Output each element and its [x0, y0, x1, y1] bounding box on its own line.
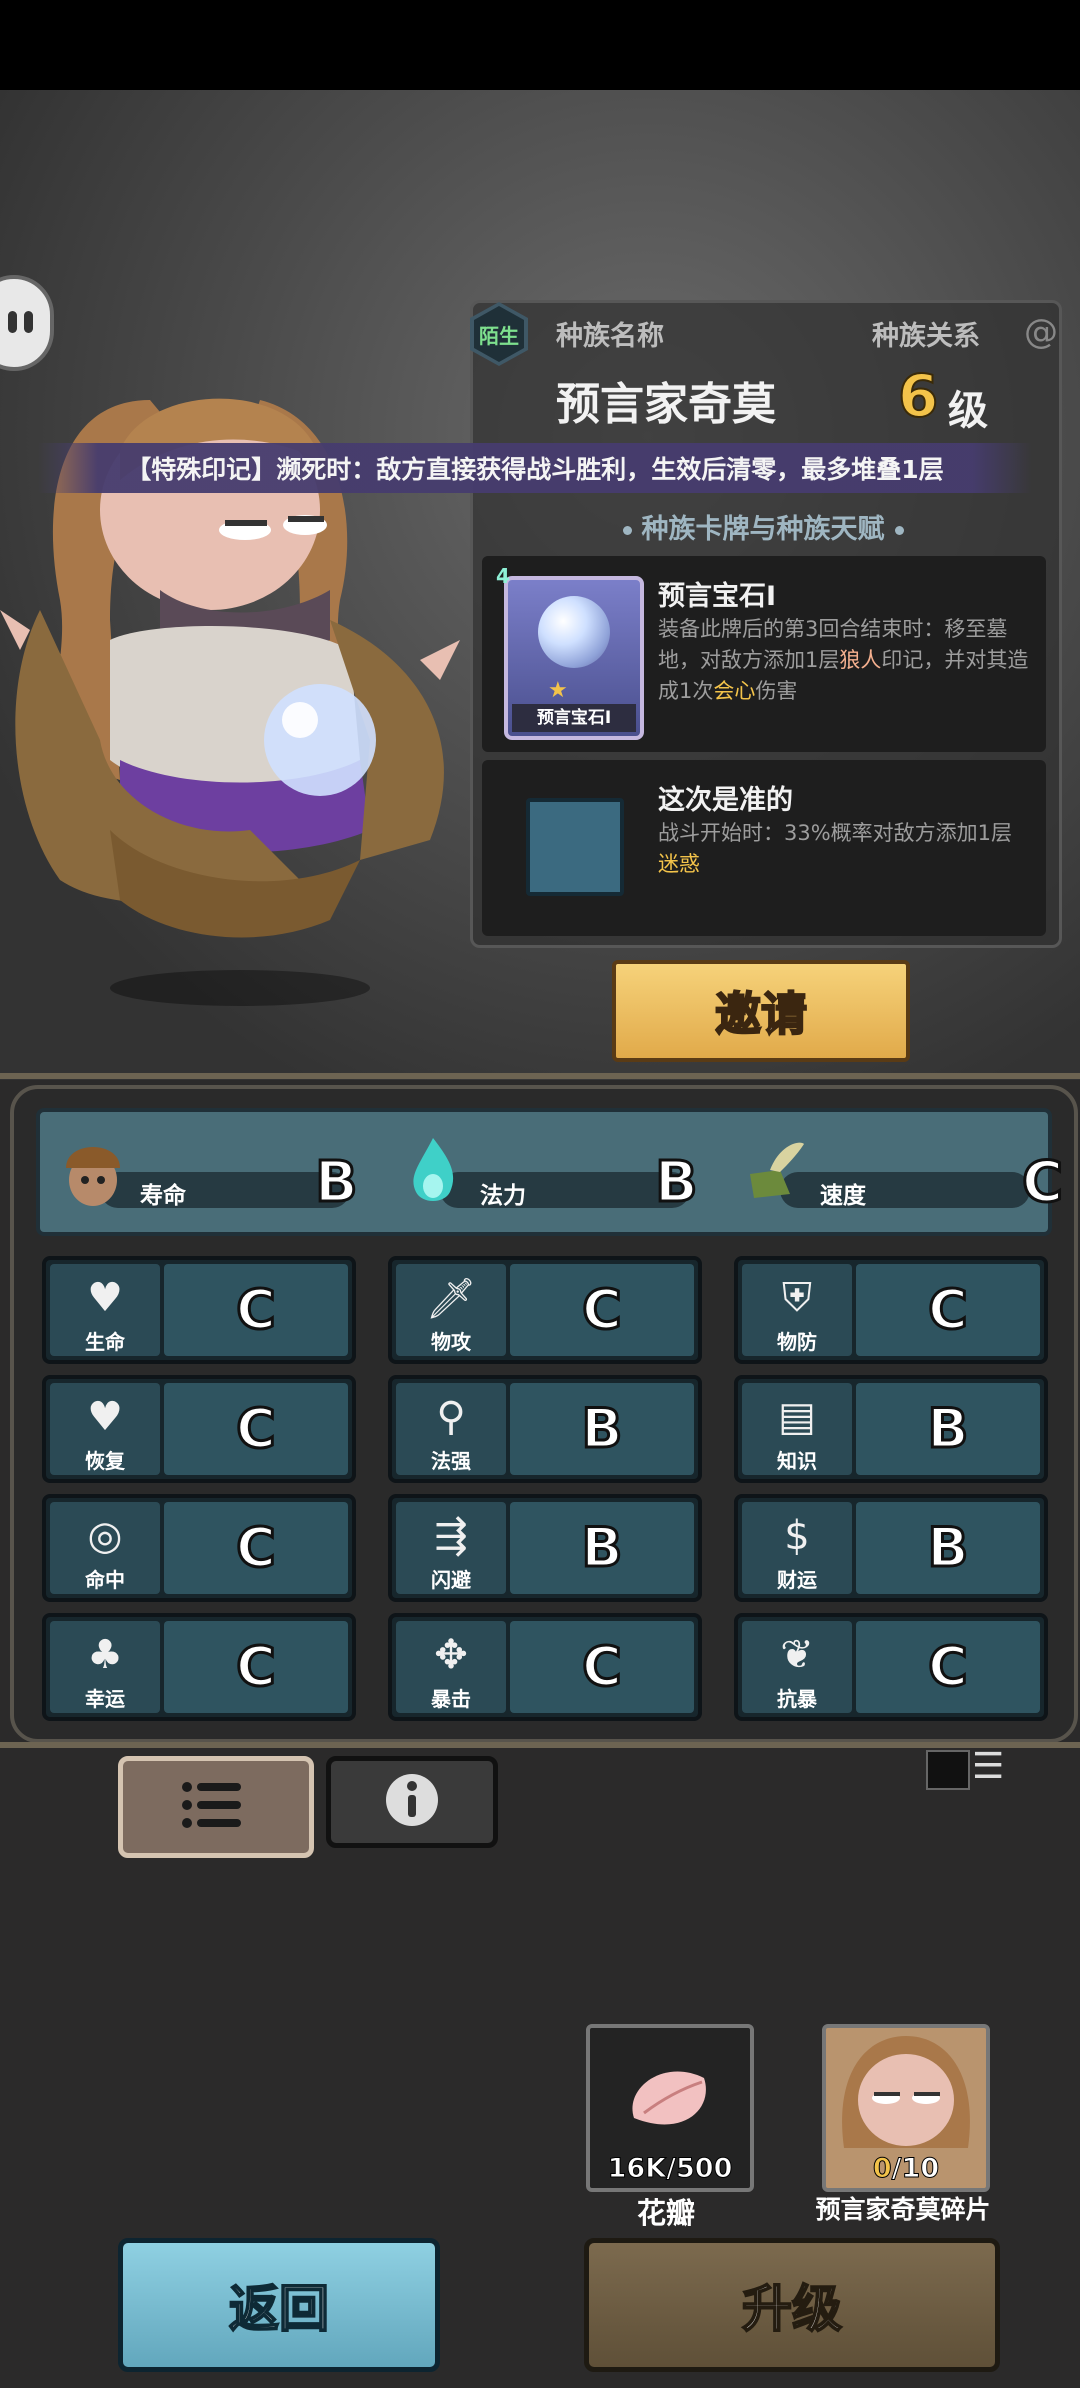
stat-crit-resist[interactable]: ❦ 抗暴 C [734, 1613, 1048, 1721]
target-icon: ◎ [87, 1513, 123, 1559]
talent-heading-text: 种族卡牌与种族天赋 [641, 514, 885, 545]
stat-hp[interactable]: ♥ 生命 C [42, 1256, 356, 1364]
petal-count: 16K/500 [607, 2153, 733, 2185]
acorn-creature-icon [66, 1147, 120, 1206]
relation-badge-text: 陌生 [474, 306, 524, 362]
level-unit: 级 [948, 388, 988, 434]
petal-item-slot[interactable]: 16K/500 [586, 2024, 754, 2192]
stat-crit[interactable]: ✥ 暴击 C [388, 1613, 702, 1721]
talent-title: 这次是准的 [658, 785, 793, 816]
stat-magic-power[interactable]: ⚲ 法强 B [388, 1375, 702, 1483]
eye-rune-icon [526, 798, 624, 896]
level-value: 6 [897, 361, 939, 431]
talent-description: 战斗开始时：33%概率对敌方添加1层迷惑 [658, 821, 1013, 876]
shard-count: 0/10 [872, 2153, 940, 2185]
tab-info[interactable] [326, 1756, 498, 1848]
primary-stat-speed[interactable]: 速度 C [740, 1112, 1065, 1232]
tab-stats-list[interactable] [118, 1756, 314, 1858]
primary-stat-mana[interactable]: 法力 B [400, 1112, 700, 1232]
character-portrait-icon [842, 2036, 970, 2148]
filter-toggle-box[interactable] [926, 1750, 970, 1790]
frame-divider [0, 1742, 1080, 1748]
stat-dodge[interactable]: ⇶ 闪避 B [388, 1494, 702, 1602]
stat-fortune[interactable]: $ 财运 B [734, 1494, 1048, 1602]
stat-accuracy[interactable]: ◎ 命中 C [42, 1494, 356, 1602]
spiral-icon[interactable]: @ [1024, 312, 1058, 352]
sword-icon: 🗡 [425, 1275, 477, 1322]
stat-luck[interactable]: ♣ 幸运 C [42, 1613, 356, 1721]
frame-divider [0, 1073, 1080, 1079]
crit-dagger-icon: ✥ [434, 1632, 468, 1678]
search-list-icon[interactable]: ☰ [972, 1746, 1004, 1787]
card-rank-badge: 4 [496, 564, 510, 588]
petal-icon [632, 2071, 706, 2125]
petal-label: 花瓣 [636, 2196, 695, 2230]
winged-boot-icon [750, 1142, 804, 1198]
blue-flame-icon [413, 1138, 454, 1201]
stat-knowledge[interactable]: ▤ 知识 B [734, 1375, 1048, 1483]
heart-icon: ♥ [87, 1275, 123, 1321]
stat-physical-defense[interactable]: ⛨ 物防 C [734, 1256, 1048, 1364]
shard-item-slot[interactable]: 0/10 [822, 2024, 990, 2192]
race-relation-label[interactable]: 种族关系 [872, 314, 980, 353]
dot-icon [622, 526, 632, 535]
race-talent-entry[interactable]: 这次是准的 战斗开始时：33%概率对敌方添加1层迷惑 [482, 760, 1046, 936]
card-title: 预言宝石Ⅰ [658, 581, 777, 612]
crystal-ball-icon [538, 596, 610, 668]
book-icon: ▤ [778, 1394, 816, 1440]
character-name: 预言家奇莫 [556, 379, 776, 430]
talent-heading: 种族卡牌与种族天赋 [470, 507, 1056, 546]
primary-stats-row: 寿命 B 法力 B 速度 C [36, 1108, 1065, 1236]
crystal-ball-card-icon[interactable]: ★ 预言宝石Ⅰ [504, 576, 644, 740]
card-caption: 预言宝石Ⅰ [512, 704, 636, 732]
race-name-label: 种族名称 [556, 321, 664, 352]
status-bar [0, 0, 1080, 90]
side-menu-handle[interactable] [0, 275, 54, 371]
shard-label: 预言家奇莫碎片 [815, 2195, 991, 2224]
dodge-arrows-icon: ⇶ [434, 1513, 468, 1559]
list-icon [182, 1782, 241, 1828]
special-mark-banner: 【特殊印记】濒死时：敌方直接获得战斗胜利，生效后清零，最多堆叠1层 [38, 443, 1032, 493]
card-description: 装备此牌后的第3回合结束时：移至墓地，对敌方添加1层狼人印记，并对其造成1次会心… [658, 617, 1029, 703]
stat-recovery[interactable]: ♥ 恢复 C [42, 1375, 356, 1483]
armor-icon: ⛨ [782, 1275, 812, 1321]
dot-icon [894, 526, 904, 535]
staff-icon: ⚲ [436, 1394, 466, 1440]
crit-shield-icon: ❦ [780, 1632, 814, 1678]
invite-button[interactable]: 邀请 [612, 960, 910, 1062]
coin-icon: $ [784, 1513, 810, 1559]
clover-icon: ♣ [87, 1632, 123, 1678]
primary-stat-lifespan[interactable]: 寿命 B [60, 1112, 360, 1232]
info-icon [386, 1774, 438, 1826]
upgrade-button[interactable]: 升级 [584, 2238, 1000, 2372]
race-card-entry[interactable]: ★ 预言宝石Ⅰ 4 预言宝石Ⅰ 装备此牌后的第3回合结束时：移至墓地，对敌方添加… [482, 556, 1046, 752]
stat-physical-attack[interactable]: 🗡 物攻 C [388, 1256, 702, 1364]
heart-plus-icon: ♥ [87, 1394, 123, 1440]
star-icon: ★ [548, 678, 568, 703]
character-shadow [110, 970, 370, 1006]
back-button[interactable]: 返回 [118, 2238, 440, 2372]
